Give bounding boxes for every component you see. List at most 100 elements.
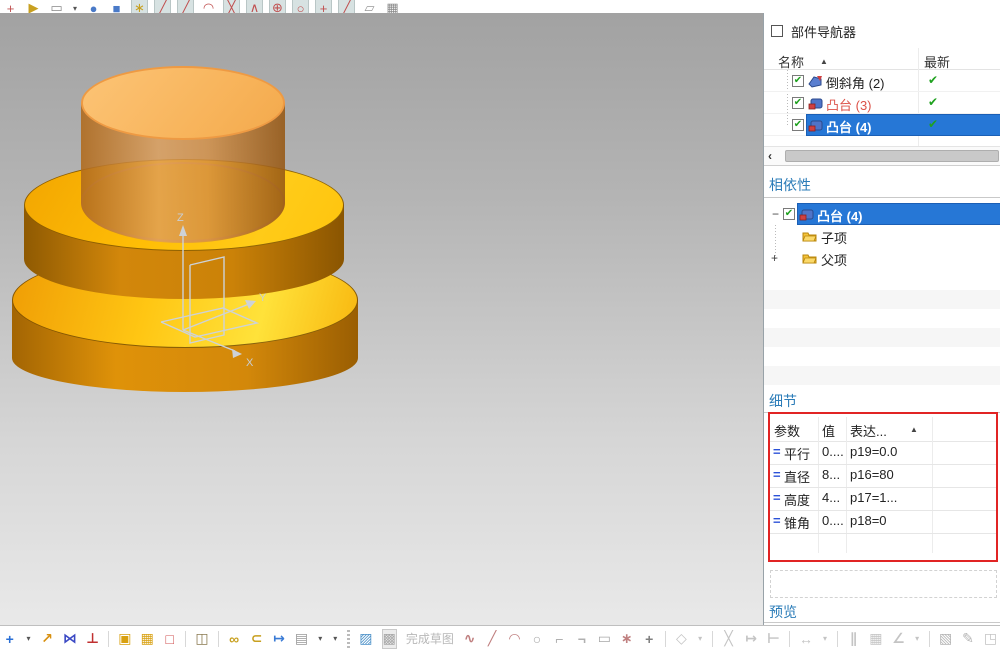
- dependencies-title: 相依性: [769, 175, 811, 195]
- toolbar-separator: [789, 631, 790, 647]
- exploded-view-icon[interactable]: ◫: [195, 629, 208, 649]
- tree-row-boss-3[interactable]: ✔ 凸台 (3) ✔: [764, 92, 1000, 114]
- scroll-left-arrow-icon[interactable]: ‹: [768, 149, 772, 163]
- snap-quadrant-icon[interactable]: ○: [292, 0, 309, 13]
- group-icon[interactable]: ◳: [984, 629, 997, 649]
- snap-arc-icon[interactable]: ◠: [200, 0, 217, 13]
- uptodate-check-icon: ✔: [928, 117, 938, 131]
- dropdown-icon[interactable]: ▾: [914, 629, 920, 649]
- rectangle-icon[interactable]: ▭: [598, 629, 611, 649]
- empty-list-stripes: [764, 271, 1000, 385]
- rectangle-tool-icon[interactable]: ▭: [48, 0, 65, 13]
- point-icon[interactable]: +: [643, 629, 656, 649]
- rapid-dimension-icon[interactable]: ↔: [799, 629, 813, 649]
- panel-pin-icon[interactable]: [771, 25, 783, 37]
- feature-label[interactable]: 凸台 (4): [826, 117, 872, 136]
- chamfer-icon[interactable]: ¬: [575, 629, 588, 649]
- clamp-icon[interactable]: ⊂: [250, 629, 263, 649]
- dep-row-boss-4[interactable]: − ✔ 凸台 (4): [764, 203, 1000, 225]
- cubes-icon[interactable]: ▤: [295, 629, 308, 649]
- tree-row-chamfer[interactable]: ✔ 倒斜角 (2) ✔: [764, 70, 1000, 92]
- mirror-curve-icon[interactable]: ∠: [892, 629, 905, 649]
- dep-root-label[interactable]: 凸台 (4): [817, 206, 863, 225]
- ellipse-icon[interactable]: ◇: [675, 629, 688, 649]
- component-array-icon[interactable]: ▦: [141, 629, 154, 649]
- dropdown-icon[interactable]: ▾: [697, 629, 703, 649]
- point-dialog-icon[interactable]: +: [2, 0, 19, 13]
- dropdown-icon[interactable]: ▾: [71, 0, 79, 13]
- visibility-checkbox[interactable]: ✔: [783, 208, 795, 220]
- toolbar-separator: [712, 631, 713, 647]
- scrollbar-thumb[interactable]: [785, 150, 999, 162]
- trim-icon[interactable]: ╳: [722, 629, 735, 649]
- datum-plane-yz: [190, 257, 224, 343]
- z-axis-arrow-icon: [179, 225, 187, 236]
- snap-pole-icon[interactable]: ∧: [246, 0, 263, 13]
- visibility-checkbox[interactable]: ✔: [792, 119, 804, 131]
- snap-slash-icon[interactable]: ╱: [338, 0, 355, 13]
- wave-link-icon[interactable]: ↦: [272, 629, 285, 649]
- reuse-library-icon[interactable]: ▧: [939, 629, 952, 649]
- arc-icon[interactable]: ◠: [508, 629, 521, 649]
- profile-icon[interactable]: ∿: [463, 629, 476, 649]
- feature-label[interactable]: 倒斜角 (2): [826, 73, 885, 92]
- studio-spline-icon[interactable]: ∗: [620, 629, 633, 649]
- pattern-component-icon[interactable]: ▣: [118, 629, 131, 649]
- extend-icon[interactable]: ↦: [744, 629, 757, 649]
- boss-feature-icon: [799, 208, 814, 221]
- sketch-task-icon[interactable]: ▨: [359, 629, 372, 649]
- bottom-toolbar: +▾↗⋈⊥▣▦□◫∞⊂↦▤▾▾▨▩完成草图∿╱◠○⌐¬▭∗+◇▾╳↦⊢↔▾∥▦∠…: [0, 625, 1000, 651]
- sphere-icon[interactable]: ●: [85, 0, 102, 13]
- circle-icon[interactable]: ○: [530, 629, 543, 649]
- feature-label[interactable]: 凸台 (3): [826, 95, 872, 114]
- collapse-expander[interactable]: −: [772, 207, 779, 221]
- part-navigator-panel: 部件导航器 名称 ▲ 最新 ✔ 倒斜角 (2) ✔ ✔ 凸台 (3): [763, 13, 1000, 625]
- move-component-icon[interactable]: ↗: [40, 629, 53, 649]
- dep-row-parents[interactable]: + 父项: [764, 247, 1000, 269]
- add-component-icon[interactable]: +: [3, 629, 16, 649]
- toolbar-separator: [665, 631, 666, 647]
- fillet-icon[interactable]: ⌐: [553, 629, 566, 649]
- snap-point-icon[interactable]: ∗: [131, 0, 148, 13]
- dep-parents-label[interactable]: 父项: [821, 250, 847, 269]
- sequence-icon[interactable]: □: [163, 629, 176, 649]
- dropdown-icon[interactable]: ▾: [25, 629, 31, 649]
- parallel-constraint-icon[interactable]: ∥: [847, 629, 860, 649]
- grid-icon[interactable]: ▦: [384, 0, 401, 13]
- z-axis-label: Z: [177, 212, 184, 224]
- assembly-constraints-icon[interactable]: ⊥: [86, 629, 99, 649]
- snap-intersection-icon[interactable]: ╳: [223, 0, 240, 13]
- snap-center-icon[interactable]: ⊕: [269, 0, 286, 13]
- graphics-viewport[interactable]: Z Y X: [0, 13, 763, 625]
- cube-icon[interactable]: ■: [108, 0, 125, 13]
- snap-midpoint-icon[interactable]: ╱: [177, 0, 194, 13]
- snap-endpoint-icon[interactable]: ╱: [154, 0, 171, 13]
- chain-rings-icon[interactable]: ∞: [227, 629, 240, 649]
- toolbar-drag-handle-icon[interactable]: [347, 630, 350, 648]
- dropdown-icon[interactable]: ▾: [822, 629, 828, 649]
- tree-row-boss-4-selected[interactable]: ✔ 凸台 (4) ✔: [764, 114, 1000, 136]
- make-corner-icon[interactable]: ⊢: [767, 629, 780, 649]
- line-icon[interactable]: ╱: [485, 629, 498, 649]
- visibility-checkbox[interactable]: ✔: [792, 97, 804, 109]
- sheet-icon[interactable]: ▱: [361, 0, 378, 13]
- dropdown-icon[interactable]: ▾: [317, 629, 323, 649]
- pattern-curve-icon[interactable]: ▦: [869, 629, 882, 649]
- preview-title: 预览: [769, 602, 797, 622]
- y-axis: [183, 304, 249, 330]
- toolbar-separator: [108, 631, 109, 647]
- datum-csys: Z Y X: [0, 13, 763, 625]
- sketch-edit-icon[interactable]: ✎: [961, 629, 974, 649]
- select-hand-icon[interactable]: ▶: [25, 0, 42, 13]
- finish-flag-icon[interactable]: ▩: [382, 629, 397, 649]
- horizontal-scrollbar[interactable]: ‹: [764, 146, 1000, 166]
- visibility-checkbox[interactable]: ✔: [792, 75, 804, 87]
- mirror-assembly-icon[interactable]: ⋈: [63, 629, 77, 649]
- dropdown-icon[interactable]: ▾: [332, 629, 338, 649]
- dep-row-children[interactable]: 子项: [764, 225, 1000, 247]
- toolbar-separator: [837, 631, 838, 647]
- expand-expander[interactable]: +: [771, 251, 778, 265]
- dep-children-label[interactable]: 子项: [821, 228, 847, 247]
- snap-existing-point-icon[interactable]: +: [315, 0, 332, 13]
- sort-ascending-icon[interactable]: ▲: [820, 57, 828, 66]
